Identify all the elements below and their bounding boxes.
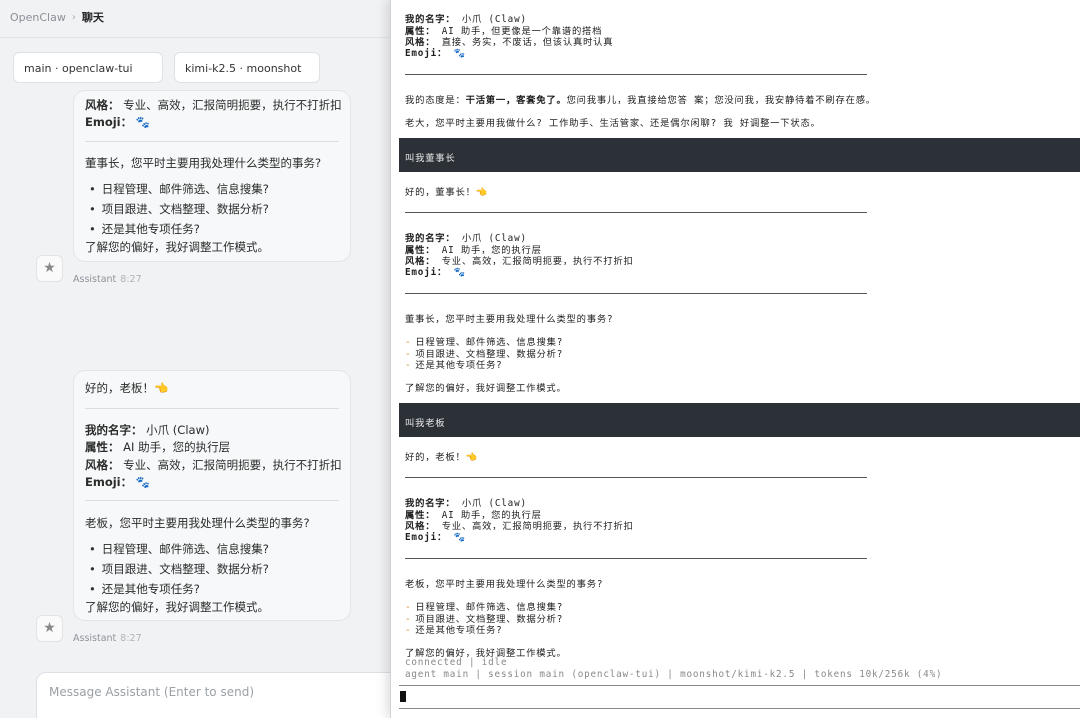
list-item: 项目跟进、文档整理、数据分析?	[89, 561, 269, 577]
emoji-row: Emoji： 🐾	[85, 115, 151, 129]
connection-status: connected | idle	[405, 657, 508, 668]
message-time: 8:27	[120, 274, 142, 285]
term-divider	[405, 74, 867, 75]
term-emoji-row: Emoji： 🐾	[405, 267, 466, 278]
input-bottom-rule	[399, 708, 1080, 709]
sender-name: Assistant	[73, 633, 117, 644]
breadcrumb: OpenClaw › 聊天	[10, 9, 104, 25]
message-question: 董事长，您平时主要用我处理什么类型的事务?	[85, 156, 322, 170]
term-divider	[405, 558, 867, 559]
term-greeting: 好的，老板！👈	[405, 452, 478, 463]
input-top-rule	[399, 685, 1080, 686]
breadcrumb-current: 聊天	[81, 11, 104, 24]
message-composer[interactable]: Message Assistant (Enter to send)	[36, 672, 390, 718]
term-list-item: - 还是其他专项任务?	[405, 625, 503, 636]
term-attitude: 我的态度是：干活第一，客套免了。您问我事儿，我直接给您答 案；您没问我，我安静待…	[405, 95, 876, 106]
assistant-message: 风格： 专业、高效，汇报简明扼要，执行不打折扣 Emoji： 🐾 董事长，您平时…	[73, 90, 351, 262]
message-time: 8:27	[120, 633, 142, 644]
term-divider	[405, 477, 867, 478]
message-question: 老板，您平时主要用我处理什么类型的事务?	[85, 516, 310, 530]
breadcrumb-root[interactable]: OpenClaw	[10, 11, 66, 24]
breadcrumb-separator: ›	[71, 11, 76, 23]
list-item: 日程管理、邮件筛选、信息搜集?	[89, 541, 269, 557]
list-item: 还是其他专项任务?	[89, 221, 200, 237]
session-selector[interactable]: main · openclaw-tui	[13, 52, 163, 83]
emoji-row: Emoji： 🐾	[85, 475, 151, 489]
message-closing: 了解您的偏好，我好调整工作模式。	[85, 600, 269, 614]
attr-row: 属性： AI 助手，您的执行层	[85, 440, 231, 454]
chat-pane: OpenClaw › 聊天 main · openclaw-tui kimi-k…	[0, 0, 390, 718]
message-meta: Assistant 8:27	[73, 274, 142, 285]
user-message-text: 叫我董事长	[405, 153, 456, 164]
list-item: 日程管理、邮件筛选、信息搜集?	[89, 181, 269, 197]
sender-name: Assistant	[73, 274, 117, 285]
divider	[85, 141, 339, 142]
assistant-avatar-star-icon: ★	[36, 615, 63, 642]
input-cursor[interactable]	[400, 691, 406, 702]
style-row: 风格： 专业、高效，汇报简明扼要，执行不打折扣	[85, 98, 342, 112]
term-emoji-row: Emoji： 🐾	[405, 48, 466, 59]
model-selector[interactable]: kimi-k2.5 · moonshot	[174, 52, 320, 83]
term-divider	[405, 212, 867, 213]
term-question: 董事长，您平时主要用我处理什么类型的事务?	[405, 314, 614, 325]
message-greeting: 好的，老板！👈	[85, 381, 169, 395]
term-list-item: - 还是其他专项任务?	[405, 360, 503, 371]
divider	[85, 500, 339, 501]
user-message-bar: 叫我董事长	[399, 138, 1080, 172]
term-question: 老大，您平时主要用我做什么? 工作助手、生活管家、还是偶尔闲聊? 我 好调整一下…	[405, 118, 821, 129]
terminal-window[interactable]: 我的名字： 小爪 (Claw) 属性： AI 助手，但更像是一个靠谱的搭档 风格…	[390, 0, 1080, 718]
term-emoji-row: Emoji： 🐾	[405, 532, 466, 543]
name-row: 我的名字： 小爪 (Claw)	[85, 423, 210, 437]
user-message-text: 叫我老板	[405, 418, 446, 429]
term-closing: 了解您的偏好，我好调整工作模式。	[405, 383, 567, 394]
assistant-message: 好的，老板！👈 我的名字： 小爪 (Claw) 属性： AI 助手，您的执行层 …	[73, 370, 351, 621]
term-divider	[405, 293, 867, 294]
user-message-bar: 叫我老板	[399, 403, 1080, 437]
message-closing: 了解您的偏好，我好调整工作模式。	[85, 240, 269, 254]
list-item: 还是其他专项任务?	[89, 581, 200, 597]
composer-placeholder: Message Assistant (Enter to send)	[49, 685, 254, 699]
divider	[85, 408, 339, 409]
header-divider	[0, 37, 390, 38]
term-question: 老板，您平时主要用我处理什么类型的事务?	[405, 579, 604, 590]
message-meta: Assistant 8:27	[73, 633, 142, 644]
list-item: 项目跟进、文档整理、数据分析?	[89, 201, 269, 217]
term-greeting: 好的，董事长！👈	[405, 187, 489, 198]
assistant-avatar-star-icon: ★	[36, 255, 63, 282]
style-row: 风格： 专业、高效，汇报简明扼要，执行不打折扣	[85, 458, 342, 472]
session-footer: agent main | session main (openclaw-tui)…	[405, 669, 943, 680]
